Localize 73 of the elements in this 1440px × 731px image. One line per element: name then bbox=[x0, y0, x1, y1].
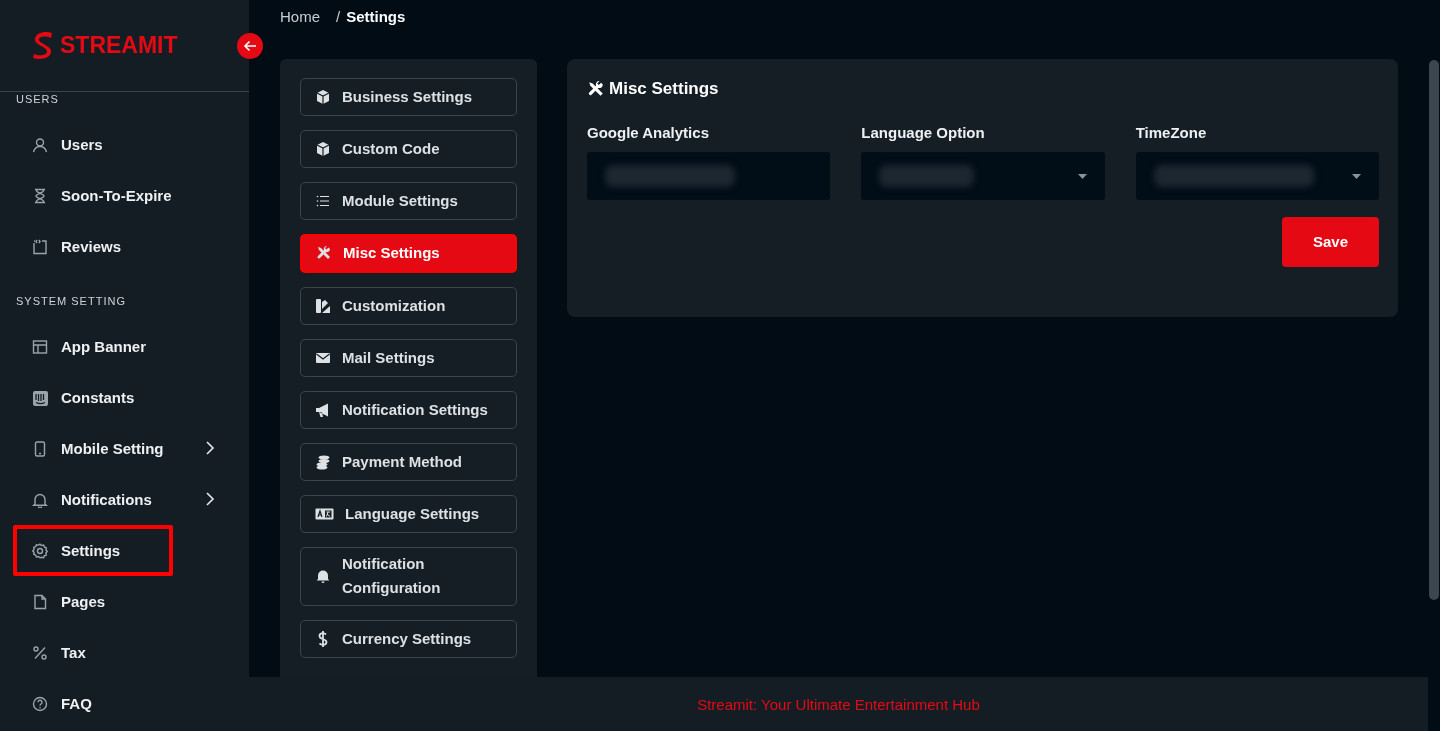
settings-tab[interactable]: Currency Settings bbox=[300, 620, 517, 658]
help-icon bbox=[32, 695, 48, 712]
card-title: Misc Settings bbox=[609, 79, 719, 99]
coin-stack-icon bbox=[315, 453, 331, 470]
settings-tab[interactable]: Notification Configuration bbox=[300, 546, 517, 606]
breadcrumb-current: Settings bbox=[346, 7, 406, 25]
settings-tab[interactable]: Misc Settings bbox=[300, 234, 517, 273]
sidebar-label: Settings bbox=[61, 542, 121, 559]
select-field[interactable] bbox=[861, 152, 1105, 200]
input-field[interactable] bbox=[587, 152, 831, 200]
settings-tab[interactable]: Mail Settings bbox=[300, 338, 517, 377]
sidebar-label: App Banner bbox=[61, 338, 146, 355]
layout-icon bbox=[32, 338, 48, 355]
sidebar-label: Users bbox=[61, 136, 103, 153]
sidebar-item[interactable]: Soon-To-Expire bbox=[0, 170, 233, 221]
gear-icon bbox=[32, 542, 48, 559]
sidebar-item[interactable]: Tax bbox=[0, 627, 233, 678]
select-field[interactable] bbox=[1135, 152, 1379, 200]
field-label: Language Option bbox=[861, 124, 985, 141]
sidebar-label: Constants bbox=[61, 389, 135, 406]
field-label: Google Analytics bbox=[587, 124, 709, 141]
document-code-icon bbox=[32, 238, 48, 255]
settings-tab[interactable]: Payment Method bbox=[300, 442, 517, 481]
page-icon bbox=[32, 593, 48, 610]
field-label: TimeZone bbox=[1135, 124, 1207, 141]
settings-tab[interactable]: Notification Settings bbox=[300, 390, 517, 429]
section-heading: SYSTEM SETTING bbox=[16, 294, 126, 308]
hourglass-icon bbox=[32, 187, 48, 204]
sidebar-item[interactable]: Mobile Setting bbox=[0, 423, 233, 474]
percent-icon bbox=[32, 644, 48, 661]
logo-icon bbox=[32, 30, 54, 61]
sidebar-label: Notifications bbox=[61, 491, 152, 508]
tools-icon bbox=[587, 80, 605, 98]
sidebar-item[interactable]: App Banner bbox=[0, 321, 233, 372]
sidebar-item[interactable]: FAQ bbox=[0, 678, 233, 729]
sidebar-label: Mobile Setting bbox=[61, 440, 164, 457]
brand-name: STREAMIT bbox=[60, 32, 178, 59]
section-heading: USERS bbox=[16, 92, 59, 106]
user-icon bbox=[32, 136, 48, 153]
sidebar-item[interactable]: Settings bbox=[13, 525, 173, 576]
mobile-icon bbox=[32, 440, 48, 457]
settings-tab[interactable]: Custom Code bbox=[300, 130, 517, 168]
sidebar-label: Pages bbox=[61, 593, 106, 610]
sidebar-item[interactable]: Notifications bbox=[0, 474, 233, 525]
cube-icon bbox=[315, 89, 331, 105]
megaphone-icon bbox=[315, 401, 331, 418]
list-icon bbox=[315, 193, 331, 209]
sidebar-item[interactable]: Users bbox=[0, 119, 233, 170]
dropdown-caret-icon bbox=[1352, 173, 1361, 179]
grid-badge-icon bbox=[32, 389, 48, 406]
cube-icon bbox=[315, 141, 331, 157]
sidebar-item[interactable]: Pages bbox=[0, 576, 233, 627]
save-button[interactable]: Save bbox=[1282, 217, 1379, 267]
collapse-button[interactable] bbox=[237, 33, 263, 59]
breadcrumb-link[interactable]: Home bbox=[280, 7, 320, 25]
dropdown-caret-icon bbox=[1077, 173, 1087, 179]
settings-tab[interactable]: Business Settings bbox=[300, 78, 517, 116]
settings-tab[interactable]: Language Settings bbox=[300, 494, 517, 533]
sidebar-label: Tax bbox=[61, 644, 86, 661]
palette-icon bbox=[315, 297, 331, 314]
settings-tab[interactable]: Customization bbox=[300, 286, 517, 325]
tools-icon bbox=[316, 245, 332, 262]
footer-text: Streamit: Your Ultimate Entertainment Hub bbox=[697, 695, 980, 713]
sidebar-label: Soon-To-Expire bbox=[61, 187, 172, 204]
sidebar-label: FAQ bbox=[61, 695, 92, 712]
arrow-left-icon bbox=[243, 39, 257, 53]
breadcrumb-separator: / bbox=[336, 7, 341, 25]
sidebar-item[interactable]: Reviews bbox=[0, 221, 233, 272]
sidebar-label: Reviews bbox=[61, 238, 122, 255]
sidebar-item[interactable]: Constants bbox=[0, 372, 233, 423]
settings-tab[interactable]: Module Settings bbox=[300, 182, 517, 220]
bell-icon bbox=[32, 491, 48, 508]
bell-icon bbox=[315, 568, 331, 585]
